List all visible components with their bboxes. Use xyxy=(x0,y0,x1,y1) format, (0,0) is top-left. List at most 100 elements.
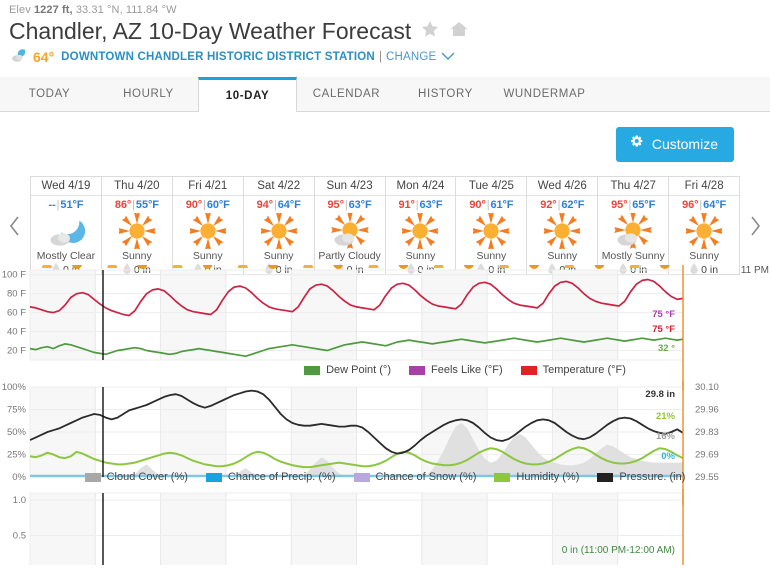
sun-icon xyxy=(118,213,155,249)
day-high: 90° xyxy=(185,199,203,211)
prev-days-arrow[interactable] xyxy=(0,176,30,275)
temperature-legend-item[interactable]: Feels Like (°F) xyxy=(409,364,503,376)
tab-calendar[interactable]: CALENDAR xyxy=(297,77,396,111)
day-column[interactable]: Thu 4/27 95°|65°F Mostly Sunny 0 in xyxy=(598,176,670,276)
customize-row: Customize xyxy=(0,112,770,162)
change-station-link[interactable]: CHANGE xyxy=(386,51,436,63)
home-icon[interactable] xyxy=(449,19,469,44)
title-row: Chandler, AZ 10-Day Weather Forecast xyxy=(0,16,770,45)
day-name: Thu 4/20 xyxy=(101,177,172,196)
svg-text:20 F: 20 F xyxy=(7,346,26,357)
legend-label: Chance of Snow (%) xyxy=(375,471,477,483)
legend-label: Dew Point (°) xyxy=(326,364,391,376)
day-temperatures: --|51°F xyxy=(49,196,84,211)
day-high: 90° xyxy=(469,199,486,211)
legend-label: Temperature (°F) xyxy=(542,364,626,376)
sun-icon xyxy=(402,213,439,249)
moon-cloud-icon xyxy=(46,213,86,249)
day-low: 60°F xyxy=(206,199,230,211)
day-low: 63°F xyxy=(419,199,443,211)
day-low: 61°F xyxy=(490,199,514,211)
charts-area: 100 F 80 F 60 F 40 F 20 F 75 °F 75 °F 32 ° 100% 7… xyxy=(0,244,770,570)
day-column[interactable]: Sat 4/22 94°|64°F Sunny 0 in xyxy=(243,176,315,276)
day-column[interactable]: Thu 4/20 86°|55°F Sunny 0 in xyxy=(101,176,173,276)
day-column[interactable]: Wed 4/19--|51°FMostly Clear0 in xyxy=(31,176,102,276)
sun-icon xyxy=(260,213,297,249)
day-low: 51°F xyxy=(60,199,84,211)
day-name: Fri 4/21 xyxy=(172,177,243,196)
day-column[interactable]: Sun 4/2395°|63°FPartly Cloudy0 in xyxy=(314,176,386,276)
day-name: Wed 4/19 xyxy=(31,177,101,196)
svg-text:75%: 75% xyxy=(7,405,27,416)
day-high: 95° xyxy=(611,199,628,211)
temperature-legend-item[interactable]: Dew Point (°) xyxy=(304,364,391,376)
day-low: 55°F xyxy=(135,199,159,211)
day-condition: Sunny xyxy=(192,250,223,262)
customize-button[interactable]: Customize xyxy=(615,127,734,162)
svg-text:29.69: 29.69 xyxy=(695,450,719,461)
legend-label: Cloud Cover (%) xyxy=(106,471,188,483)
day-column[interactable]: Fri 4/28 96°|64°F Sunny 0 in xyxy=(669,176,741,276)
temp-separator: | xyxy=(415,199,419,211)
day-column[interactable]: Wed 4/2692°|62°FSunny0 in xyxy=(527,176,599,276)
day-high: 96° xyxy=(682,199,699,211)
conditions-legend-item[interactable]: Cloud Cover (%) xyxy=(84,471,188,483)
sun-icon xyxy=(544,213,581,249)
legend-label: Feels Like (°F) xyxy=(431,364,503,376)
day-temperatures: 92°|62°F xyxy=(540,196,584,211)
temp-separator: | xyxy=(628,199,632,211)
tab-hourly[interactable]: HOURLY xyxy=(99,77,198,111)
svg-text:75 °F: 75 °F xyxy=(652,309,675,320)
day-condition: Sunny xyxy=(121,250,152,262)
day-high: 92° xyxy=(540,199,557,211)
day-condition: Sunny xyxy=(405,250,436,262)
day-low: 65°F xyxy=(632,199,656,211)
svg-text:29.8 in: 29.8 in xyxy=(645,389,675,400)
chevron-down-icon[interactable] xyxy=(441,50,455,64)
station-name-link[interactable]: DOWNTOWN CHANDLER HISTORIC DISTRICT STAT… xyxy=(61,51,375,63)
day-condition: Mostly Clear xyxy=(36,250,96,262)
conditions-legend-item[interactable]: Chance of Precip. (%) xyxy=(205,471,336,483)
svg-text:32 °: 32 ° xyxy=(658,343,675,354)
sun-cloud-icon xyxy=(613,213,653,249)
sun-cloud-icon xyxy=(330,213,370,249)
conditions-legend-item[interactable]: Humidity (%) xyxy=(494,471,579,483)
weather-charts-svg[interactable]: 100 F 80 F 60 F 40 F 20 F 75 °F 75 °F 32 ° 100% 7… xyxy=(0,244,770,570)
temp-separator: | xyxy=(132,199,135,211)
sun-icon xyxy=(473,213,510,249)
svg-text:30.10: 30.10 xyxy=(695,382,719,393)
precip-tooltip: 0 in (11:00 PM-12:00 AM) xyxy=(562,545,675,556)
day-high: 94° xyxy=(256,199,273,211)
temp-separator: | xyxy=(203,199,206,211)
elevation-value: 1227 ft, xyxy=(33,4,73,16)
day-low: 64°F xyxy=(703,199,727,211)
day-name: Mon 4/24 xyxy=(385,177,456,196)
day-name: Wed 4/26 xyxy=(527,177,598,196)
day-high: 95° xyxy=(327,199,344,211)
conditions-legend-item[interactable]: Chance of Snow (%) xyxy=(353,471,477,483)
day-column[interactable]: Fri 4/2190°|60°FSunny0 in xyxy=(172,176,244,276)
star-icon[interactable] xyxy=(420,19,440,44)
temperature-legend-item[interactable]: Temperature (°F) xyxy=(520,364,626,376)
tab-10-day[interactable]: 10-DAY xyxy=(198,77,297,112)
next-days-arrow[interactable] xyxy=(740,176,770,275)
day-column[interactable]: Mon 4/2491°|63°FSunny0 in xyxy=(385,176,457,276)
legend-swatch xyxy=(84,472,101,482)
temp-separator: | xyxy=(273,199,277,211)
day-low: 63°F xyxy=(348,199,372,211)
day-name: Tue 4/25 xyxy=(456,177,527,196)
conditions-legend-item[interactable]: Pressure. (in) xyxy=(597,471,685,483)
tab-today[interactable]: TODAY xyxy=(0,77,99,111)
svg-text:50%: 50% xyxy=(7,427,27,438)
temp-separator: | xyxy=(344,199,348,211)
tab-wundermap[interactable]: WUNDERMAP xyxy=(495,77,594,111)
day-condition: Sunny xyxy=(689,250,719,262)
tab-history[interactable]: HISTORY xyxy=(396,77,495,111)
legend-swatch xyxy=(409,365,425,375)
svg-text:40 F: 40 F xyxy=(7,327,26,338)
day-temperatures: 86°|55°F xyxy=(115,196,159,211)
day-column[interactable]: Tue 4/25 90°|61°F Sunny 0 in xyxy=(456,176,528,276)
gear-icon xyxy=(629,135,644,153)
station-row: 64° DOWNTOWN CHANDLER HISTORIC DISTRICT … xyxy=(0,45,770,66)
tab-bar: TODAY HOURLY 10-DAY CALENDAR HISTORY WUN… xyxy=(0,77,770,112)
